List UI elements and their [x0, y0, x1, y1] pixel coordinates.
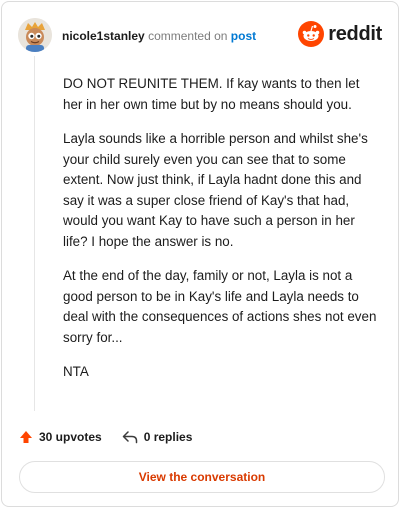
comment-actions: 30 upvotes 0 replies	[19, 427, 212, 447]
reply-count: 0 replies	[143, 430, 193, 444]
username-link[interactable]: nicole1stanley	[62, 29, 145, 43]
view-conversation-button[interactable]: View the conversation	[19, 461, 385, 493]
avatar[interactable]	[18, 18, 52, 52]
meta-verb: commented on	[148, 29, 228, 43]
thread-line	[34, 56, 35, 411]
brand-wordmark: reddit	[328, 22, 382, 45]
reddit-brand[interactable]: reddit	[298, 21, 382, 47]
comment-header: nicole1stanley commented on post reddit	[18, 18, 382, 58]
upvote-button[interactable]: 30 upvotes	[19, 430, 102, 444]
replies-button[interactable]: 0 replies	[122, 430, 193, 444]
upvote-count: 30 upvotes	[39, 430, 102, 444]
reply-arrow-icon	[122, 431, 137, 444]
comment-paragraph: NTA	[63, 364, 89, 379]
post-link[interactable]: post	[231, 29, 256, 43]
comment-paragraph: DO NOT REUNITE THEM. If kay wants to the…	[63, 76, 360, 112]
comment-paragraph: At the end of the day, family or not, La…	[63, 268, 377, 345]
reddit-logo-icon	[298, 21, 325, 47]
snoo-avatar-icon	[18, 18, 52, 52]
comment-meta: nicole1stanley commented on post	[62, 29, 256, 43]
comment-body: DO NOT REUNITE THEM. If kay wants to the…	[63, 74, 381, 397]
upvote-arrow-icon	[20, 431, 32, 443]
comment-embed-card: nicole1stanley commented on post reddit …	[1, 1, 399, 507]
comment-paragraph: Layla sounds like a horrible person and …	[63, 131, 368, 249]
